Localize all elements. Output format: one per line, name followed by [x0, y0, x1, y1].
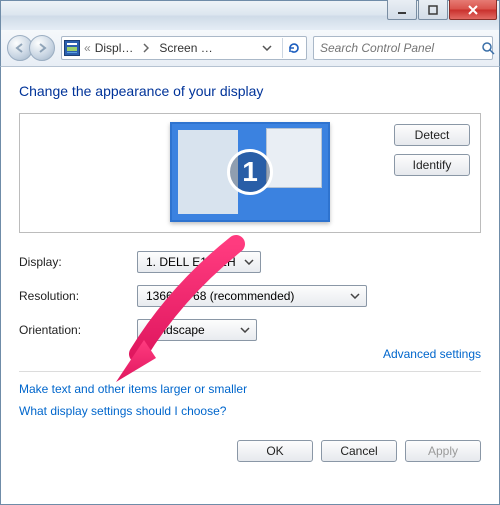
control-panel-icon [64, 40, 80, 56]
chevron-down-icon [262, 45, 272, 51]
separator [19, 371, 481, 372]
cancel-button[interactable]: Cancel [321, 440, 397, 462]
advanced-settings-link[interactable]: Advanced settings [383, 347, 481, 361]
display-preview: 1 Detect Identify [19, 113, 481, 233]
minimize-button[interactable] [387, 0, 417, 20]
search-icon [479, 41, 497, 55]
page-title: Change the appearance of your display [19, 83, 481, 99]
breadcrumb-screen[interactable]: Screen … [159, 41, 212, 55]
monitor-number-badge: 1 [227, 149, 273, 195]
maximize-icon [428, 5, 438, 15]
breadcrumb-display[interactable]: Displ… [95, 41, 134, 55]
window-titlebar [0, 0, 500, 30]
resolution-label: Resolution: [19, 289, 129, 303]
display-label: Display: [19, 255, 129, 269]
crumb-chevron-1[interactable] [137, 43, 155, 53]
detect-button[interactable]: Detect [394, 124, 470, 146]
address-bar[interactable]: « Displ… Screen … [61, 36, 307, 60]
settings-form: Display: 1. DELL E1912H Resolution: 1366… [19, 251, 481, 341]
crumb-sep-start: « [84, 41, 91, 55]
refresh-button[interactable] [282, 38, 304, 58]
monitor-thumb-window [266, 128, 322, 188]
identify-button[interactable]: Identify [394, 154, 470, 176]
nav-buttons [7, 35, 55, 61]
orientation-dropdown[interactable]: Landscape [137, 319, 257, 341]
display-dropdown[interactable]: 1. DELL E1912H [137, 251, 261, 273]
toolbar: « Displ… Screen … [0, 30, 500, 66]
text-size-link[interactable]: Make text and other items larger or smal… [19, 382, 481, 396]
chevron-down-icon [240, 327, 250, 333]
minimize-icon [397, 5, 407, 15]
chevron-down-icon [244, 259, 254, 265]
search-input[interactable] [318, 40, 479, 56]
forward-arrow-icon [36, 42, 48, 54]
orientation-value: Landscape [146, 323, 205, 337]
chevron-right-icon [143, 43, 149, 53]
maximize-button[interactable] [418, 0, 448, 20]
search-box[interactable] [313, 36, 493, 60]
close-icon [467, 4, 479, 16]
apply-button[interactable]: Apply [405, 440, 481, 462]
dialog-buttons: OK Cancel Apply [19, 440, 481, 462]
back-arrow-icon [14, 42, 26, 54]
resolution-dropdown[interactable]: 1366 × 768 (recommended) [137, 285, 367, 307]
help-link[interactable]: What display settings should I choose? [19, 404, 481, 418]
chevron-down-icon [350, 293, 360, 299]
close-button[interactable] [449, 0, 497, 20]
address-dropdown[interactable] [256, 45, 278, 51]
client-area: Change the appearance of your display 1 … [0, 66, 500, 505]
refresh-icon [287, 41, 301, 55]
monitor-thumbnail[interactable]: 1 [170, 122, 330, 222]
forward-button[interactable] [29, 35, 55, 61]
display-value: 1. DELL E1912H [146, 255, 236, 269]
ok-button[interactable]: OK [237, 440, 313, 462]
resolution-value: 1366 × 768 (recommended) [146, 289, 294, 303]
orientation-label: Orientation: [19, 323, 129, 337]
